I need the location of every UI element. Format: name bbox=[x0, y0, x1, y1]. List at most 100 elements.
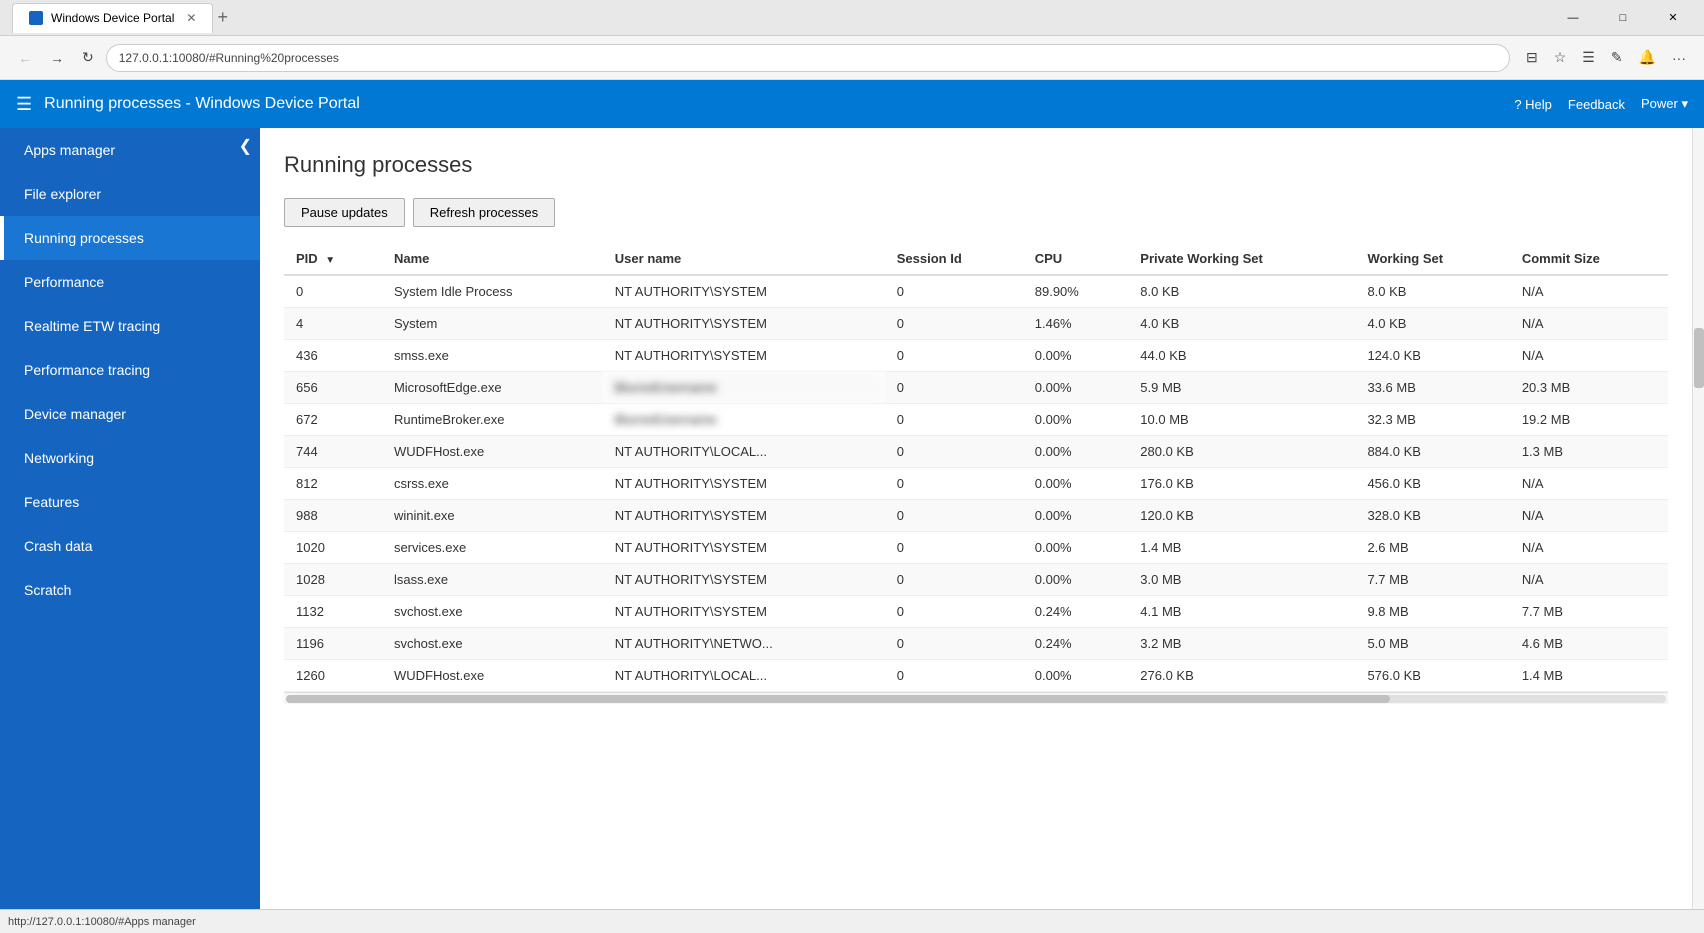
cell-6: 4.0 KB bbox=[1355, 308, 1509, 340]
cell-5: 44.0 KB bbox=[1128, 340, 1355, 372]
cell-2: NT AUTHORITY\SYSTEM bbox=[603, 275, 885, 308]
sidebar-item-apps-manager[interactable]: Apps manager bbox=[0, 128, 260, 172]
scrollbar-thumb[interactable] bbox=[286, 695, 1390, 703]
hub-button[interactable]: ☰ bbox=[1576, 45, 1601, 70]
cell-2: BlurredUsername bbox=[603, 372, 885, 404]
table-row[interactable]: 1132svchost.exeNT AUTHORITY\SYSTEM00.24%… bbox=[284, 596, 1668, 628]
table-row[interactable]: 812csrss.exeNT AUTHORITY\SYSTEM00.00%176… bbox=[284, 468, 1668, 500]
sidebar-item-performance[interactable]: Performance bbox=[0, 260, 260, 304]
refresh-button[interactable]: ↻ bbox=[76, 45, 100, 70]
cell-7: N/A bbox=[1510, 468, 1668, 500]
cell-2: NT AUTHORITY\SYSTEM bbox=[603, 532, 885, 564]
table-row[interactable]: 1020services.exeNT AUTHORITY\SYSTEM00.00… bbox=[284, 532, 1668, 564]
forward-button[interactable]: → bbox=[44, 46, 70, 70]
back-button[interactable]: ← bbox=[12, 46, 38, 70]
page-title: Running processes bbox=[284, 152, 1668, 178]
cell-6: 124.0 KB bbox=[1355, 340, 1509, 372]
close-button[interactable]: ✕ bbox=[1650, 3, 1696, 33]
cell-4: 0.00% bbox=[1023, 468, 1129, 500]
cell-3: 0 bbox=[885, 500, 1023, 532]
cell-5: 276.0 KB bbox=[1128, 660, 1355, 692]
col-header-pid[interactable]: PID ▼ bbox=[284, 243, 382, 275]
table-row[interactable]: 436smss.exeNT AUTHORITY\SYSTEM00.00%44.0… bbox=[284, 340, 1668, 372]
sidebar-item-networking[interactable]: Networking bbox=[0, 436, 260, 480]
cell-0: 0 bbox=[284, 275, 382, 308]
cell-2: NT AUTHORITY\SYSTEM bbox=[603, 564, 885, 596]
cell-2: NT AUTHORITY\LOCAL... bbox=[603, 660, 885, 692]
cell-0: 672 bbox=[284, 404, 382, 436]
cell-3: 0 bbox=[885, 340, 1023, 372]
cell-5: 8.0 KB bbox=[1128, 275, 1355, 308]
table-row[interactable]: 1196svchost.exeNT AUTHORITY\NETWO...00.2… bbox=[284, 628, 1668, 660]
sidebar-collapse-button[interactable]: ❮ bbox=[239, 136, 252, 156]
sidebar-item-running-processes[interactable]: Running processes bbox=[0, 216, 260, 260]
process-table: PID ▼NameUser nameSession IdCPUPrivate W… bbox=[284, 243, 1668, 692]
table-row[interactable]: 0System Idle ProcessNT AUTHORITY\SYSTEM0… bbox=[284, 275, 1668, 308]
browser-tab[interactable]: Windows Device Portal ✕ bbox=[12, 3, 213, 33]
scrollbar-track bbox=[286, 695, 1666, 703]
maximize-button[interactable]: □ bbox=[1600, 3, 1646, 33]
browser-navbar: ← → ↻ ⊟ ☆ ☰ ✎ 🔔 ··· bbox=[0, 36, 1704, 80]
cell-2: NT AUTHORITY\SYSTEM bbox=[603, 340, 885, 372]
sidebar-item-performance-tracing[interactable]: Performance tracing bbox=[0, 348, 260, 392]
col-header-name: Name bbox=[382, 243, 603, 275]
cell-0: 1028 bbox=[284, 564, 382, 596]
cell-6: 5.0 MB bbox=[1355, 628, 1509, 660]
tab-title: Windows Device Portal bbox=[51, 11, 174, 25]
cell-7: 19.2 MB bbox=[1510, 404, 1668, 436]
sidebar-item-crash-data[interactable]: Crash data bbox=[0, 524, 260, 568]
address-bar[interactable] bbox=[106, 44, 1510, 72]
scrollbar-thumb-v[interactable] bbox=[1694, 328, 1704, 388]
cell-4: 0.24% bbox=[1023, 596, 1129, 628]
col-header-working-set: Working Set bbox=[1355, 243, 1509, 275]
cell-0: 656 bbox=[284, 372, 382, 404]
sidebar-item-device-manager[interactable]: Device manager bbox=[0, 392, 260, 436]
cell-3: 0 bbox=[885, 275, 1023, 308]
new-tab-button[interactable]: + bbox=[217, 7, 228, 28]
cell-2: NT AUTHORITY\SYSTEM bbox=[603, 308, 885, 340]
pause-updates-button[interactable]: Pause updates bbox=[284, 198, 405, 227]
power-button[interactable]: Power ▾ bbox=[1641, 96, 1688, 112]
status-bar: http://127.0.0.1:10080/#Apps manager bbox=[0, 909, 1704, 933]
favorites-button[interactable]: ☆ bbox=[1548, 45, 1573, 70]
cell-6: 32.3 MB bbox=[1355, 404, 1509, 436]
table-row[interactable]: 4SystemNT AUTHORITY\SYSTEM01.46%4.0 KB4.… bbox=[284, 308, 1668, 340]
cell-7: 7.7 MB bbox=[1510, 596, 1668, 628]
cell-6: 576.0 KB bbox=[1355, 660, 1509, 692]
table-row[interactable]: 988wininit.exeNT AUTHORITY\SYSTEM00.00%1… bbox=[284, 500, 1668, 532]
cell-4: 0.00% bbox=[1023, 500, 1129, 532]
reader-view-button[interactable]: ⊟ bbox=[1520, 45, 1544, 70]
refresh-processes-button[interactable]: Refresh processes bbox=[413, 198, 555, 227]
sidebar-nav: Apps managerFile explorerRunning process… bbox=[0, 128, 260, 612]
cell-7: 4.6 MB bbox=[1510, 628, 1668, 660]
help-button[interactable]: ? Help bbox=[1514, 97, 1552, 112]
cell-6: 2.6 MB bbox=[1355, 532, 1509, 564]
feedback-button[interactable]: Feedback bbox=[1568, 97, 1625, 112]
cell-1: WUDFHost.exe bbox=[382, 660, 603, 692]
cell-0: 1260 bbox=[284, 660, 382, 692]
minimize-button[interactable]: — bbox=[1550, 3, 1596, 33]
cell-6: 9.8 MB bbox=[1355, 596, 1509, 628]
cell-2: BlurredUsername bbox=[603, 404, 885, 436]
toolbar: Pause updates Refresh processes bbox=[284, 198, 1668, 227]
sidebar-item-scratch[interactable]: Scratch bbox=[0, 568, 260, 612]
cell-0: 1020 bbox=[284, 532, 382, 564]
cell-5: 5.9 MB bbox=[1128, 372, 1355, 404]
sidebar-item-file-explorer[interactable]: File explorer bbox=[0, 172, 260, 216]
table-row[interactable]: 656MicrosoftEdge.exeBlurredUsername00.00… bbox=[284, 372, 1668, 404]
cell-0: 1196 bbox=[284, 628, 382, 660]
more-button[interactable]: ··· bbox=[1666, 45, 1692, 70]
horizontal-scrollbar[interactable] bbox=[284, 692, 1668, 704]
notes-button[interactable]: ✎ bbox=[1605, 45, 1629, 70]
sidebar-toggle-button[interactable]: ☰ bbox=[16, 94, 32, 115]
table-row[interactable]: 744WUDFHost.exeNT AUTHORITY\LOCAL...00.0… bbox=[284, 436, 1668, 468]
notifications-button[interactable]: 🔔 bbox=[1633, 45, 1662, 70]
table-row[interactable]: 1260WUDFHost.exeNT AUTHORITY\LOCAL...00.… bbox=[284, 660, 1668, 692]
sidebar-item-features[interactable]: Features bbox=[0, 480, 260, 524]
cell-1: csrss.exe bbox=[382, 468, 603, 500]
table-row[interactable]: 672RuntimeBroker.exeBlurredUsername00.00… bbox=[284, 404, 1668, 436]
tab-close-button[interactable]: ✕ bbox=[186, 11, 196, 25]
sidebar-item-realtime-etw[interactable]: Realtime ETW tracing bbox=[0, 304, 260, 348]
table-row[interactable]: 1028lsass.exeNT AUTHORITY\SYSTEM00.00%3.… bbox=[284, 564, 1668, 596]
vertical-scrollbar[interactable] bbox=[1692, 128, 1704, 909]
